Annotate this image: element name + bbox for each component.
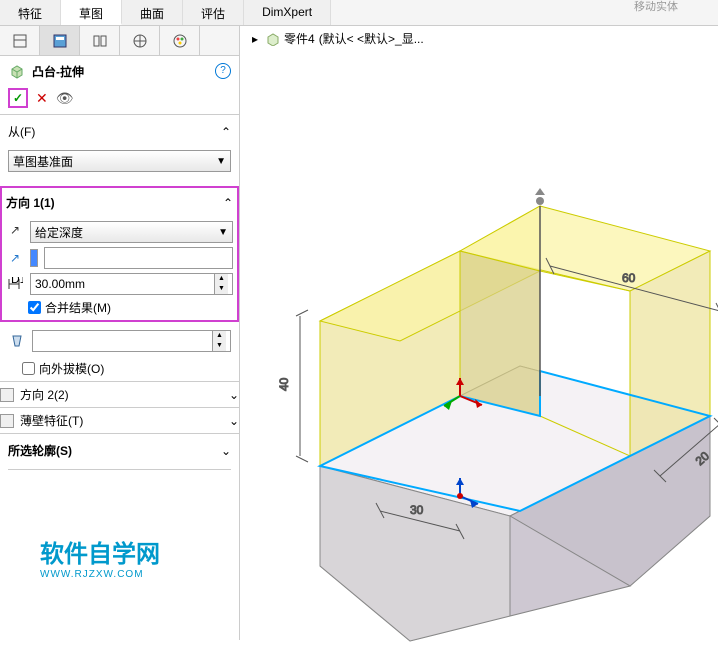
svg-text:D1: D1 xyxy=(11,277,23,286)
chevron-down-icon: ⌄ xyxy=(221,444,231,458)
dim-40: 40 xyxy=(277,377,291,391)
tab-surfaces[interactable]: 曲面 xyxy=(122,0,183,25)
dir1-header[interactable]: 方向 1(1) ⌃ xyxy=(6,192,233,213)
end-condition-value: 给定深度 xyxy=(35,224,83,241)
chevron-down-icon: ⌄ xyxy=(229,388,239,402)
tab-sketch[interactable]: 草图 xyxy=(61,0,122,25)
depth-input[interactable]: 30.00mm ▲ ▼ xyxy=(30,273,233,295)
confirm-button[interactable]: ✓ xyxy=(8,88,28,108)
merge-result-label: 合并结果(M) xyxy=(45,299,111,316)
dir1-label: 方向 1(1) xyxy=(6,194,55,211)
thin-label: 薄壁特征(T) xyxy=(20,412,83,429)
merge-result-checkbox[interactable] xyxy=(28,301,41,314)
contours-header[interactable]: 所选轮廓(S) ⌄ xyxy=(8,440,231,461)
dir2-section[interactable]: 方向 2(2) ⌄ xyxy=(0,381,239,407)
from-section: 从(F) ⌃ 草图基准面 ▼ xyxy=(0,114,239,182)
top-menu-hint: 移动实体 xyxy=(634,0,678,14)
reverse-direction-icon[interactable]: ↗ xyxy=(6,221,24,239)
feature-title: 凸台-拉伸 xyxy=(32,63,84,80)
direction1-highlight: 方向 1(1) ⌃ ↗ 给定深度 ▼ ↗ D1 30.00mm xyxy=(0,186,239,322)
depth-value: 30.00mm xyxy=(35,277,214,291)
breadcrumb-part[interactable]: 零件4 xyxy=(284,30,315,47)
model-3d-svg: 40 60 30 20 xyxy=(260,86,718,646)
ribbon-tabs: 特征 草图 曲面 评估 DimXpert xyxy=(0,0,718,26)
feature-header: 凸台-拉伸 ? xyxy=(0,56,239,86)
thin-feature-section[interactable]: 薄壁特征(T) ⌄ xyxy=(0,407,239,433)
draft-angle-input[interactable]: ▲ ▼ xyxy=(32,330,231,352)
panel-tab-property-manager[interactable] xyxy=(40,26,80,55)
watermark-url: WWW.RJZXW.COM xyxy=(40,569,160,580)
direction-color-strip xyxy=(30,249,38,267)
action-row: ✓ ✕ 👁 xyxy=(0,86,239,114)
sketch-plane-value: 草图基准面 xyxy=(13,153,73,170)
expand-box-icon xyxy=(0,414,14,428)
part-icon xyxy=(266,32,280,46)
spinner-up-button[interactable]: ▲ xyxy=(213,331,226,341)
panel-tab-dimxpert[interactable] xyxy=(120,26,160,55)
viewport-3d[interactable]: ▸ 零件4 (默认< <默认>_显... xyxy=(240,26,718,640)
draft-icon[interactable] xyxy=(8,332,26,350)
expand-tree-icon[interactable]: ▸ xyxy=(248,32,262,46)
tab-dimxpert[interactable]: DimXpert xyxy=(244,0,331,25)
contours-section: 所选轮廓(S) ⌄ xyxy=(0,433,239,470)
property-manager-panel: 凸台-拉伸 ? ✓ ✕ 👁 从(F) ⌃ 草图基准面 ▼ 方向 1(1) xyxy=(0,26,240,640)
panel-tab-appearance[interactable] xyxy=(160,26,200,55)
panel-tabs xyxy=(0,26,239,56)
watermark-text: 软件自学网 xyxy=(40,534,160,569)
spinner-down-button[interactable]: ▼ xyxy=(213,341,226,351)
chevron-up-icon: ⌃ xyxy=(221,125,231,139)
dropdown-arrow-icon: ▼ xyxy=(216,156,226,167)
chevron-up-icon: ⌃ xyxy=(223,196,233,210)
cancel-button[interactable]: ✕ xyxy=(36,90,48,107)
depth-icon[interactable]: D1 xyxy=(6,275,24,293)
feature-tree-breadcrumb: ▸ 零件4 (默认< <默认>_显... xyxy=(248,30,424,47)
tab-evaluate[interactable]: 评估 xyxy=(183,0,244,25)
dropdown-arrow-icon: ▼ xyxy=(218,227,228,238)
tab-features[interactable]: 特征 xyxy=(0,0,61,25)
draft-outward-label: 向外拔模(O) xyxy=(39,360,104,377)
preview-toggle[interactable]: 👁 xyxy=(56,90,74,107)
contours-label: 所选轮廓(S) xyxy=(8,442,72,459)
help-icon[interactable]: ? xyxy=(215,63,231,79)
sketch-plane-dropdown[interactable]: 草图基准面 ▼ xyxy=(8,150,231,172)
spinner-up-button[interactable]: ▲ xyxy=(215,274,228,284)
chevron-down-icon: ⌄ xyxy=(229,414,239,428)
panel-tab-feature-tree[interactable] xyxy=(0,26,40,55)
dim-30: 30 xyxy=(410,503,424,517)
from-section-header[interactable]: 从(F) ⌃ xyxy=(8,121,231,142)
watermark: 软件自学网 WWW.RJZXW.COM xyxy=(40,534,160,580)
dim-60: 60 xyxy=(622,271,636,285)
direction-reference-input[interactable] xyxy=(44,247,233,269)
draft-outward-checkbox[interactable] xyxy=(22,362,35,375)
dir2-label: 方向 2(2) xyxy=(20,386,69,403)
panel-tab-config[interactable] xyxy=(80,26,120,55)
from-label: 从(F) xyxy=(8,123,35,140)
expand-box-icon xyxy=(0,388,14,402)
end-condition-dropdown[interactable]: 给定深度 ▼ xyxy=(30,221,233,243)
extrude-icon xyxy=(8,62,26,80)
direction-vector-icon[interactable]: ↗ xyxy=(6,249,24,267)
spinner-down-button[interactable]: ▼ xyxy=(215,284,228,294)
breadcrumb-config: (默认< <默认>_显... xyxy=(319,30,424,47)
